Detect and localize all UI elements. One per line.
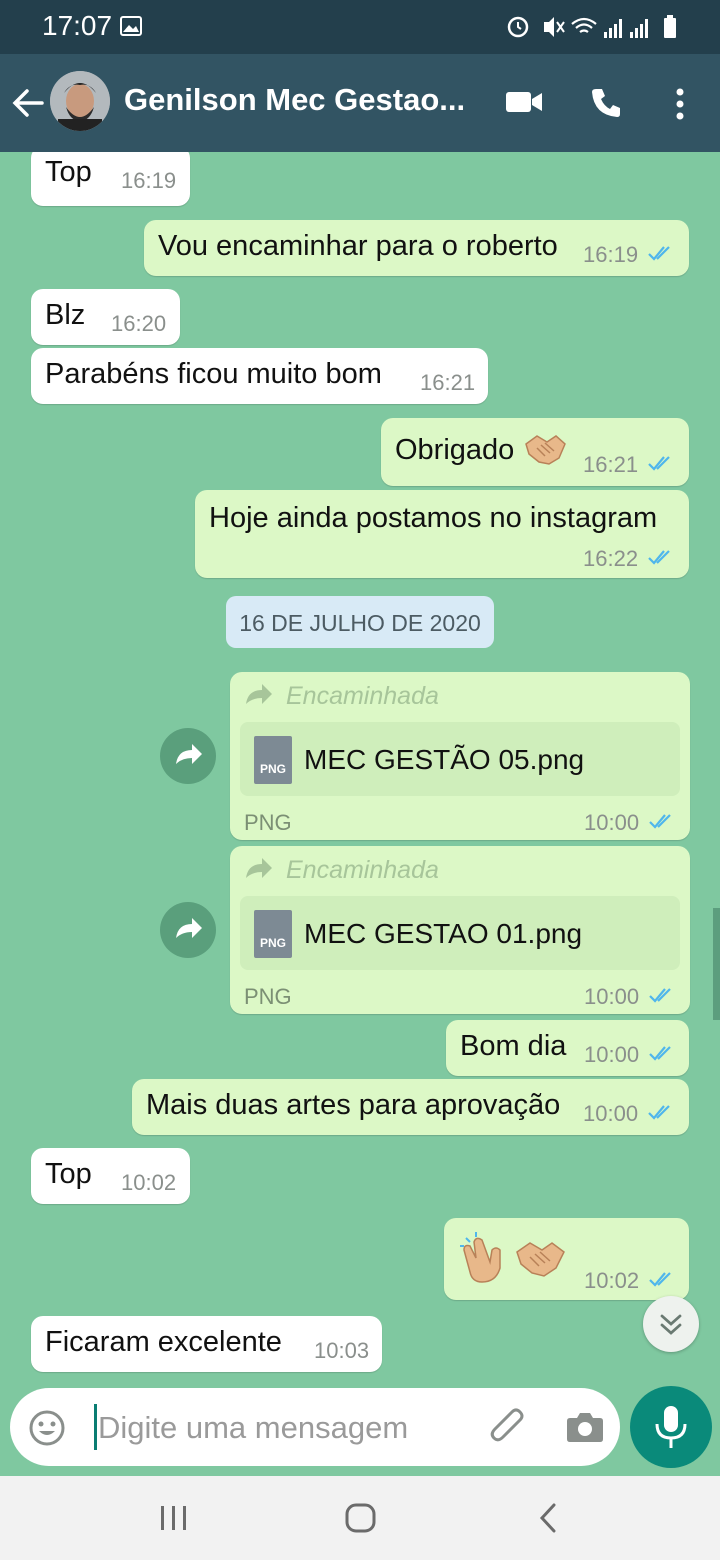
gallery-notification-icon [120, 16, 142, 36]
contact-name[interactable]: Genilson Mec Gestao... [124, 82, 465, 118]
emoji-icon[interactable] [28, 1409, 66, 1447]
scroll-to-bottom-button[interactable] [643, 1296, 699, 1352]
message-time: 16:22 [583, 546, 639, 571]
message-incoming[interactable]: Top 16:19 [31, 152, 190, 206]
file-name: MEC GESTÃO 05.png [304, 744, 585, 775]
message-time: 10:03 [314, 1338, 370, 1363]
message-time: 16:19 [583, 242, 639, 267]
file-type: PNG [244, 810, 292, 835]
message-incoming[interactable]: Top 10:02 [31, 1148, 190, 1204]
message-outgoing[interactable]: Obrigado 16:21 [381, 418, 689, 486]
phone-icon[interactable] [590, 87, 622, 119]
message-time: 16:21 [420, 370, 476, 395]
forward-icon [176, 918, 202, 938]
status-bar: 17:07 [0, 0, 720, 54]
mute-icon [544, 17, 554, 37]
message-text: Top [45, 156, 92, 188]
file-type: PNG [244, 984, 292, 1009]
chevron-double-down-icon [660, 1314, 682, 1335]
read-ticks-icon [648, 456, 670, 471]
text-caret [94, 1404, 97, 1450]
message-time: 10:00 [583, 1101, 639, 1126]
video-call-icon[interactable] [505, 90, 543, 114]
read-ticks-icon [649, 1272, 671, 1287]
forward-icon [246, 684, 272, 704]
message-time: 10:02 [121, 1170, 177, 1195]
message-time: 10:00 [584, 810, 640, 835]
read-ticks-icon [649, 814, 671, 829]
attach-icon[interactable] [488, 1408, 528, 1448]
message-incoming[interactable]: Blz 16:20 [31, 289, 180, 345]
status-icons [507, 15, 676, 38]
mic-button[interactable] [630, 1386, 712, 1468]
home-icon[interactable] [344, 1502, 378, 1534]
message-incoming[interactable]: Ficaram excelente 10:03 [31, 1316, 382, 1372]
message-text: Parabéns ficou muito bom [45, 358, 382, 390]
message-text: Top [45, 1158, 92, 1190]
read-ticks-icon [649, 988, 671, 1003]
handshake-emoji-icon [525, 435, 566, 465]
nav-back-icon[interactable] [536, 1502, 560, 1534]
message-text: Ficaram excelente [45, 1326, 282, 1358]
forward-icon [176, 744, 202, 764]
file-message[interactable]: Encaminhada PNG MEC GESTAO 01.png PNG 10… [230, 846, 690, 1014]
share-button[interactable] [160, 728, 216, 784]
chat-area[interactable]: Top 16:19 Vou encaminhar para o roberto … [0, 152, 720, 1386]
battery-icon [664, 18, 676, 38]
message-outgoing[interactable]: Hoje ainda postamos no instagram 16:22 [195, 490, 689, 578]
status-time: 17:07 [42, 10, 113, 41]
handshake-emoji-icon [516, 1242, 565, 1277]
camera-icon[interactable] [566, 1410, 604, 1444]
message-outgoing[interactable]: Vou encaminhar para o roberto 16:19 [144, 220, 689, 276]
avatar[interactable] [50, 71, 110, 131]
chat-scrollbar[interactable] [713, 908, 720, 1020]
read-ticks-icon [648, 550, 670, 565]
recent-apps-icon[interactable] [158, 1504, 192, 1534]
forwarded-label: Encaminhada [286, 856, 439, 884]
forwarded-label: Encaminhada [286, 682, 439, 710]
message-composer [10, 1388, 620, 1466]
system-nav-bar [0, 1476, 720, 1560]
png-file-icon: PNG [254, 736, 292, 784]
message-time: 16:21 [583, 452, 639, 477]
forward-icon [246, 858, 272, 878]
date-separator: 16 DE JULHO DE 2020 [226, 596, 494, 648]
message-incoming[interactable]: Parabéns ficou muito bom 16:21 [31, 348, 488, 404]
mic-icon [655, 1406, 687, 1448]
file-attachment[interactable]: PNG MEC GESTAO 01.png [240, 896, 680, 970]
read-ticks-icon [648, 1105, 670, 1120]
chat-header: Genilson Mec Gestao... [0, 54, 720, 152]
read-ticks-icon [649, 1046, 671, 1061]
message-outgoing[interactable]: Bom dia 10:00 [446, 1020, 689, 1076]
file-attachment[interactable]: PNG MEC GESTÃO 05.png [240, 722, 680, 796]
back-arrow-icon[interactable] [12, 88, 44, 118]
message-text: Hoje ainda postamos no instagram [209, 502, 658, 534]
file-name: MEC GESTAO 01.png [304, 918, 583, 949]
message-text: Bom dia [460, 1030, 567, 1062]
message-time: 10:00 [584, 984, 640, 1009]
clapping-emoji-icon [460, 1232, 501, 1283]
message-time: 16:20 [111, 311, 167, 336]
more-options-icon[interactable] [673, 88, 687, 120]
message-outgoing[interactable]: Mais duas artes para aprovação 10:00 [132, 1079, 689, 1135]
message-text: Blz [45, 299, 86, 331]
file-message[interactable]: Encaminhada PNG MEC GESTÃO 05.png PNG 10… [230, 672, 690, 840]
read-ticks-icon [648, 246, 670, 261]
date-separator-text: 16 DE JULHO DE 2020 [239, 610, 481, 636]
message-outgoing[interactable]: 10:02 [444, 1218, 689, 1300]
share-button[interactable] [160, 902, 216, 958]
message-text: Vou encaminhar para o roberto [158, 230, 558, 262]
message-text: Obrigado [395, 434, 515, 466]
message-time: 16:19 [121, 168, 177, 193]
message-input[interactable] [98, 1408, 478, 1448]
message-text: Mais duas artes para aprovação [146, 1089, 561, 1121]
png-file-icon: PNG [254, 910, 292, 958]
wifi-icon [571, 17, 597, 33]
message-time: 10:00 [584, 1042, 640, 1067]
message-time: 10:02 [584, 1268, 640, 1293]
